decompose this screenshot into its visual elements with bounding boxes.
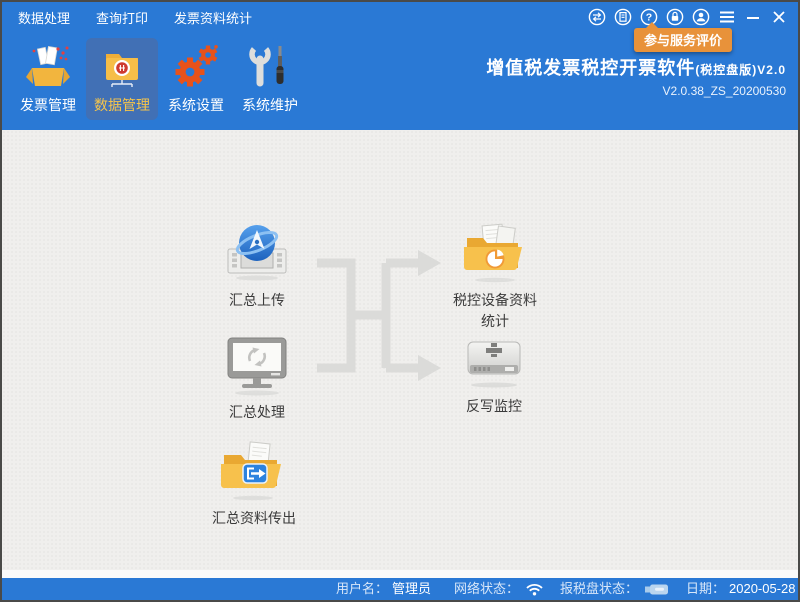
toolbar-item-data-management[interactable]: 数据管理 bbox=[86, 38, 158, 120]
node-label: 汇总上传 bbox=[207, 290, 307, 311]
toolbar-item-system-maintenance[interactable]: 系统维护 bbox=[234, 38, 306, 120]
monitor-process-icon bbox=[222, 334, 292, 396]
status-username-label: 用户名： bbox=[336, 578, 388, 600]
status-network: 网络状态： bbox=[454, 578, 544, 600]
globe-upload-icon bbox=[222, 222, 292, 284]
node-label: 税控设备资料统计 bbox=[447, 290, 543, 332]
node-summary-upload[interactable]: 汇总上传 bbox=[207, 222, 307, 311]
close-icon bbox=[772, 10, 786, 24]
survey-icon bbox=[614, 8, 632, 26]
status-username-value: 管理员 bbox=[392, 578, 431, 600]
user-icon bbox=[692, 8, 710, 26]
lock-button[interactable] bbox=[666, 8, 684, 26]
flow-arrows bbox=[310, 243, 446, 390]
status-username: 用户名： 管理员 bbox=[336, 578, 431, 600]
main-area: 汇总上传 汇总处理 bbox=[2, 130, 798, 570]
toolbar-item-label: 发票管理 bbox=[12, 95, 84, 115]
status-tax-disk-label: 报税盘状态： bbox=[560, 578, 638, 600]
usb-disk-icon bbox=[644, 583, 670, 596]
app-title-suffix: (税控盘版)V2.0 bbox=[695, 63, 786, 77]
main-menu-button[interactable] bbox=[718, 8, 736, 26]
app-title-block: 增值税发票税控开票软件(税控盘版)V2.0 V2.0.38_ZS_2020053… bbox=[486, 54, 786, 98]
service-survey-button[interactable] bbox=[614, 8, 632, 26]
app-window: 数据处理 查询打印 发票资料统计 ? bbox=[0, 0, 800, 602]
minimize-button[interactable] bbox=[744, 8, 762, 26]
status-tax-disk: 报税盘状态： bbox=[560, 578, 670, 600]
folder-stats-icon bbox=[457, 222, 533, 284]
node-label: 汇总处理 bbox=[207, 402, 307, 423]
tax-disk-icon bbox=[459, 336, 529, 390]
node-device-data-stats[interactable]: 税控设备资料统计 bbox=[447, 222, 543, 332]
folder-export-icon bbox=[216, 440, 292, 502]
menu-item-data-processing[interactable]: 数据处理 bbox=[18, 8, 70, 27]
app-title: 增值税发票税控开票软件 bbox=[486, 58, 695, 78]
transfer-button[interactable] bbox=[588, 8, 606, 26]
toolbar-item-label: 系统维护 bbox=[234, 95, 306, 115]
menubar: 数据处理 查询打印 发票资料统计 ? bbox=[2, 2, 798, 32]
node-summary-export[interactable]: 汇总资料传出 bbox=[199, 440, 309, 529]
tools-icon bbox=[247, 44, 293, 90]
lock-icon bbox=[666, 8, 684, 26]
gears-icon bbox=[173, 44, 219, 90]
menu-item-invoice-stats[interactable]: 发票资料统计 bbox=[174, 8, 252, 27]
status-date: 日期： 2020-05-28 bbox=[686, 578, 796, 600]
status-network-label: 网络状态： bbox=[454, 578, 519, 600]
menu-item-query-print[interactable]: 查询打印 bbox=[96, 8, 148, 27]
toolbar-item-system-settings[interactable]: 系统设置 bbox=[160, 38, 232, 120]
user-account-button[interactable] bbox=[692, 8, 710, 26]
app-version: V2.0.38_ZS_20200530 bbox=[486, 84, 786, 98]
transfer-icon bbox=[588, 8, 606, 26]
service-survey-tooltip[interactable]: 参与服务评价 bbox=[634, 28, 732, 52]
toolbar-item-label: 系统设置 bbox=[160, 95, 232, 115]
node-summary-process[interactable]: 汇总处理 bbox=[207, 334, 307, 423]
node-label: 反写监控 bbox=[444, 396, 544, 417]
node-label: 汇总资料传出 bbox=[199, 508, 309, 529]
status-date-label: 日期： bbox=[686, 578, 725, 600]
toolbar-item-label: 数据管理 bbox=[86, 95, 158, 115]
invoice-box-icon bbox=[25, 44, 71, 90]
footer-divider bbox=[2, 570, 798, 578]
close-button[interactable] bbox=[770, 8, 788, 26]
statusbar: 用户名： 管理员 网络状态： 报税盘状态： 日期： 2020-05-28 bbox=[2, 578, 798, 600]
status-date-value: 2020-05-28 bbox=[729, 578, 796, 600]
minimize-icon bbox=[746, 10, 760, 24]
node-writeback-monitor[interactable]: 反写监控 bbox=[444, 336, 544, 417]
hamburger-icon bbox=[719, 10, 735, 24]
wifi-icon bbox=[525, 582, 544, 596]
data-folder-icon bbox=[99, 44, 145, 90]
toolbar-item-invoice-management[interactable]: 发票管理 bbox=[12, 38, 84, 120]
